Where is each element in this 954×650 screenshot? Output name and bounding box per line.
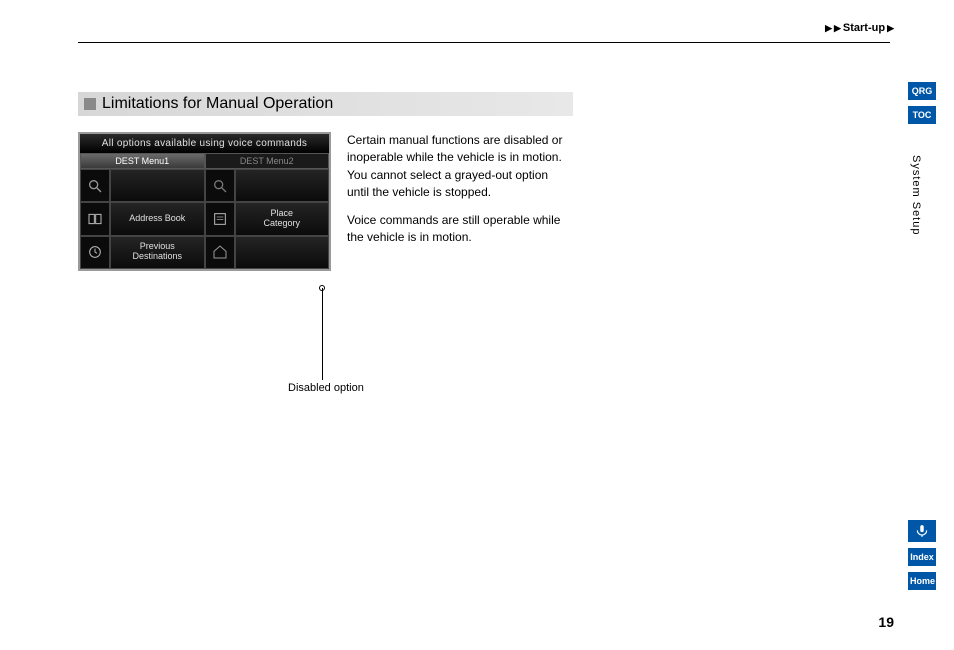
mock-cell-empty xyxy=(235,169,330,202)
callout-line xyxy=(322,288,323,380)
callout-label: Disabled option xyxy=(288,382,364,394)
home-icon xyxy=(205,236,235,269)
search-icon xyxy=(80,169,110,202)
mock-tab-1: DEST Menu1 xyxy=(80,153,205,169)
page-number: 19 xyxy=(878,614,894,630)
triangle-right-icon: ▶ xyxy=(834,23,841,34)
tab-voice-icon[interactable] xyxy=(908,520,936,542)
mock-cell-empty xyxy=(235,236,330,269)
heading-bar: Limitations for Manual Operation xyxy=(78,92,573,116)
mock-tabs: DEST Menu1 DEST Menu2 xyxy=(80,153,329,169)
section-heading: Limitations for Manual Operation xyxy=(102,95,333,113)
tab-qrg[interactable]: QRG xyxy=(908,82,936,100)
mock-cell-empty xyxy=(110,169,205,202)
list-icon xyxy=(205,202,235,235)
mock-tab-2: DEST Menu2 xyxy=(205,153,330,169)
paragraph-1: Certain manual functions are disabled or… xyxy=(347,132,571,202)
side-tabs-bottom: Index Home xyxy=(908,520,936,590)
triangle-right-icon: ▶ xyxy=(887,23,894,34)
main-content: Limitations for Manual Operation All opt… xyxy=(78,92,578,271)
body-text: Certain manual functions are disabled or… xyxy=(347,132,571,246)
mock-grid: Address Book Place Category Previous Des… xyxy=(80,169,329,269)
clock-icon xyxy=(80,236,110,269)
book-icon xyxy=(80,202,110,235)
tab-home[interactable]: Home xyxy=(908,572,936,590)
breadcrumb: ▶ ▶ Start-up ▶ xyxy=(825,22,894,34)
mock-cell-place-category: Place Category xyxy=(235,202,330,235)
mock-cell-previous-destinations: Previous Destinations xyxy=(110,236,205,269)
breadcrumb-label: Start-up xyxy=(843,22,885,34)
nav-screenshot: All options available using voice comman… xyxy=(78,132,331,271)
search-icon xyxy=(205,169,235,202)
mock-cell-address-book: Address Book xyxy=(110,202,205,235)
voice-icon xyxy=(915,524,929,538)
tab-toc[interactable]: TOC xyxy=(908,106,936,124)
section-label: System Setup xyxy=(910,155,922,235)
paragraph-2: Voice commands are still operable while … xyxy=(347,212,571,247)
header-rule xyxy=(78,42,890,43)
tab-index[interactable]: Index xyxy=(908,548,936,566)
side-tabs-top: QRG TOC xyxy=(908,82,936,124)
mock-banner: All options available using voice comman… xyxy=(80,134,329,153)
square-bullet-icon xyxy=(84,98,96,110)
triangle-right-icon: ▶ xyxy=(825,23,832,34)
